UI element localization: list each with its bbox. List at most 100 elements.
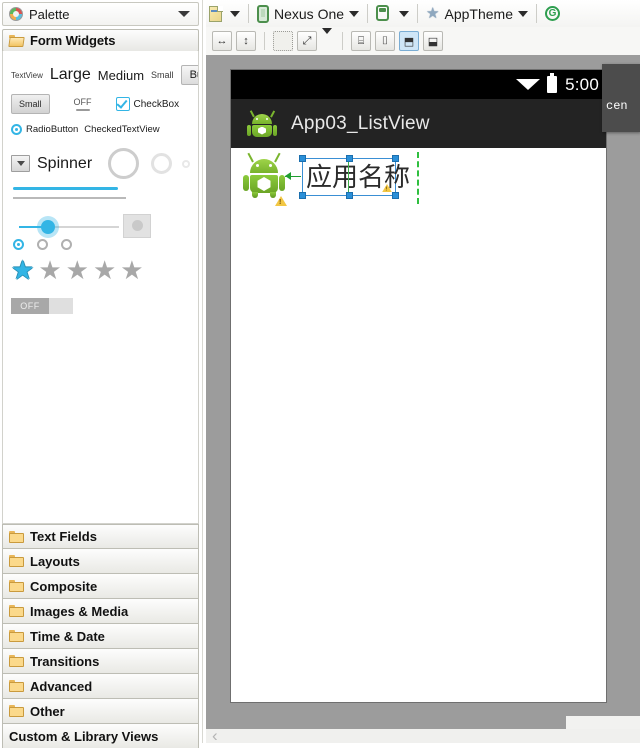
android-action-bar: App03_ListView bbox=[231, 99, 606, 148]
distribute-horizontal-button[interactable]: ⌸ bbox=[351, 31, 371, 51]
editor-config-toolbar: Nexus One ★ AppTheme G bbox=[206, 0, 640, 27]
palette-category-advanced[interactable]: Advanced bbox=[2, 674, 199, 699]
widget-row-spinner: Spinner bbox=[11, 148, 191, 179]
resize-handle-sw[interactable] bbox=[299, 192, 306, 199]
widget-small-button[interactable]: Small bbox=[11, 94, 50, 114]
chevron-down-icon[interactable] bbox=[178, 11, 190, 17]
resize-handle-nw[interactable] bbox=[299, 155, 306, 162]
progressbar-large-icon[interactable] bbox=[108, 148, 140, 179]
widget-ratingbar[interactable]: ★ ★ ★ ★ ★ bbox=[11, 257, 144, 283]
expand-dropdown-caret[interactable] bbox=[322, 28, 332, 48]
android-layout-editor-window: Palette Form Widgets TextView Large Medi… bbox=[0, 0, 640, 748]
warning-icon[interactable] bbox=[275, 196, 287, 206]
category-label: Other bbox=[30, 703, 65, 719]
widget-spinner-label[interactable]: Spinner bbox=[37, 155, 92, 173]
progressbar-medium-icon[interactable] bbox=[151, 153, 173, 174]
match-height-button[interactable]: ↕ bbox=[236, 31, 256, 51]
layout-variation-button[interactable] bbox=[206, 0, 243, 27]
layout-content-area[interactable]: 应用名称 bbox=[231, 148, 606, 702]
widget-button[interactable]: Button bbox=[180, 65, 198, 85]
radiogroup-dot-2[interactable] bbox=[37, 239, 48, 250]
widget-radiobutton[interactable]: RadioButton bbox=[11, 124, 78, 135]
checkbox-check-icon bbox=[115, 97, 130, 111]
widget-row-radiogroup bbox=[13, 239, 72, 250]
palette-category-transitions[interactable]: Transitions bbox=[2, 649, 199, 674]
selected-textview[interactable]: 应用名称 bbox=[299, 155, 410, 199]
orientation-selector[interactable] bbox=[373, 0, 412, 27]
category-label: Advanced bbox=[30, 678, 93, 694]
checkedtextview-label: CheckedTextView bbox=[84, 124, 160, 135]
widget-toggle-button[interactable]: OFF bbox=[63, 95, 102, 113]
palette-category-composite[interactable]: Composite bbox=[2, 574, 199, 599]
status-bar-time: 5:00 bbox=[565, 74, 599, 94]
palette-category-images-media[interactable]: Images & Media bbox=[2, 599, 199, 624]
widget-switch[interactable]: OFF bbox=[11, 298, 73, 314]
spinner-dropdown-icon[interactable] bbox=[11, 155, 30, 172]
scrollbar-thumb[interactable] bbox=[206, 716, 566, 729]
radiobutton-label: RadioButton bbox=[26, 124, 79, 135]
chevron-down-icon[interactable] bbox=[517, 10, 528, 17]
palette-category-text-fields[interactable]: Text Fields bbox=[2, 524, 199, 549]
marquee-select-button[interactable] bbox=[273, 31, 293, 51]
widget-checkedtextview[interactable]: CheckedTextView bbox=[84, 124, 159, 135]
match-width-button[interactable]: ↔ bbox=[212, 31, 232, 51]
widget-textview[interactable]: TextView bbox=[11, 71, 43, 80]
canvas-horizontal-scrollbar[interactable]: ‹ bbox=[206, 716, 640, 744]
warning-icon[interactable] bbox=[382, 184, 392, 192]
toolbar-separator bbox=[248, 4, 249, 23]
baseline-align-button[interactable]: ⬒ bbox=[399, 31, 419, 51]
form-widgets-list: TextView Large Medium Small Button Small… bbox=[2, 51, 199, 524]
chevron-down-icon[interactable] bbox=[349, 10, 360, 17]
radiogroup-dot-1[interactable] bbox=[13, 239, 24, 250]
palette-category-layouts[interactable]: Layouts bbox=[2, 549, 199, 574]
palette-category-custom-library-views[interactable]: Custom & Library Views bbox=[2, 724, 199, 748]
widget-seekbar[interactable] bbox=[41, 220, 55, 234]
progressbar-small-icon[interactable] bbox=[182, 159, 191, 168]
widget-progressbar-horizontal[interactable] bbox=[13, 187, 118, 190]
chevron-down-icon[interactable] bbox=[399, 10, 410, 17]
android-status-bar: 5:00 bbox=[231, 70, 606, 99]
resize-handle-se[interactable] bbox=[392, 192, 399, 199]
editor-layout-toolbar: ↔ ↕ ⤢ ⌸ ⌷ ⬒ ⬓ bbox=[206, 27, 640, 55]
widget-row-textviews: TextView Large Medium Small Button bbox=[11, 65, 198, 85]
folder-icon bbox=[9, 580, 24, 592]
resize-handle-s[interactable] bbox=[346, 192, 353, 199]
palette-header[interactable]: Palette bbox=[2, 2, 199, 26]
chevron-down-icon[interactable] bbox=[230, 10, 240, 17]
star-icon-5: ★ bbox=[120, 255, 144, 285]
widget-progressbar-track[interactable] bbox=[13, 197, 126, 199]
design-canvas[interactable]: 5:00 App03_ListView ! 应用名称 ! cen bbox=[206, 55, 640, 716]
device-icon bbox=[257, 4, 269, 23]
align-group-button[interactable]: ⌷ bbox=[375, 31, 395, 51]
palette-category-list: Text Fields Layouts Composite Images & M… bbox=[2, 524, 199, 748]
widget-quickcontactbadge[interactable] bbox=[123, 214, 151, 238]
theme-selector[interactable]: ★ AppTheme bbox=[423, 0, 531, 27]
star-icon-2: ★ bbox=[38, 255, 62, 285]
category-label: Custom & Library Views bbox=[9, 728, 159, 744]
expand-all-button[interactable]: ⤢ bbox=[297, 31, 317, 51]
widget-large-text[interactable]: Large bbox=[50, 66, 91, 84]
widget-row-radio: RadioButton CheckedTextView bbox=[11, 124, 160, 135]
widget-medium-text[interactable]: Medium bbox=[98, 68, 144, 83]
radiogroup-dot-3[interactable] bbox=[61, 239, 72, 250]
widget-small-text[interactable]: Small bbox=[151, 70, 174, 80]
palette-section-form-widgets[interactable]: Form Widgets bbox=[2, 29, 199, 52]
attribute-tooltip: toRi cen bbox=[602, 64, 640, 132]
device-preview-frame[interactable]: 5:00 App03_ListView ! 应用名称 ! bbox=[230, 69, 607, 703]
resize-handle-n[interactable] bbox=[346, 155, 353, 162]
green-left-arrow-icon bbox=[285, 172, 301, 180]
palette-category-time-date[interactable]: Time & Date bbox=[2, 624, 199, 649]
widget-checkbox[interactable]: CheckBox bbox=[115, 97, 180, 111]
checkbox-label: CheckBox bbox=[133, 98, 180, 110]
resize-handle-ne[interactable] bbox=[392, 155, 399, 162]
refresh-button[interactable]: G bbox=[542, 0, 563, 27]
green-dashed-guideline bbox=[417, 152, 419, 204]
category-label: Text Fields bbox=[30, 529, 97, 544]
device-selector[interactable]: Nexus One bbox=[254, 0, 362, 27]
outline-toggle-button[interactable]: ⬓ bbox=[423, 31, 443, 51]
folder-icon bbox=[9, 705, 24, 717]
scroll-left-arrow-icon[interactable]: ‹ bbox=[212, 727, 218, 744]
folder-icon bbox=[9, 605, 24, 617]
android-robot-icon[interactable] bbox=[243, 152, 285, 200]
palette-category-other[interactable]: Other bbox=[2, 699, 199, 724]
